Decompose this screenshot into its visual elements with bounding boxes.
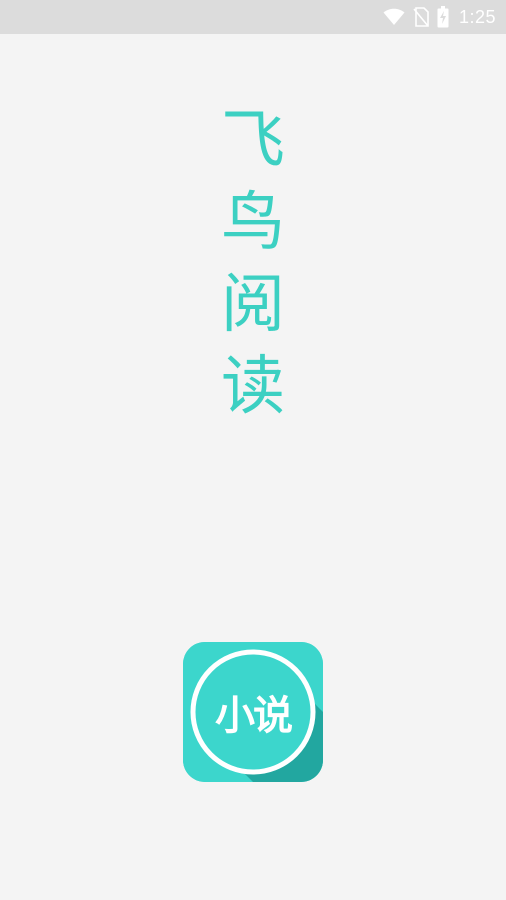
app-logo: 小说	[183, 642, 323, 782]
app-title: 飞 鸟 阅 读	[0, 100, 506, 428]
app-title-char: 读	[221, 350, 285, 424]
status-bar: 1:25	[0, 0, 506, 34]
battery-charging-icon	[437, 6, 449, 28]
app-logo-text: 小说	[215, 693, 293, 739]
wifi-icon	[383, 8, 405, 26]
app-title-char: 飞	[221, 104, 285, 178]
app-title-char: 阅	[221, 268, 285, 342]
status-time: 1:25	[458, 6, 496, 27]
app-title-char: 鸟	[221, 186, 285, 260]
no-sim-icon	[413, 7, 429, 27]
status-icons: 1:25	[383, 0, 496, 34]
